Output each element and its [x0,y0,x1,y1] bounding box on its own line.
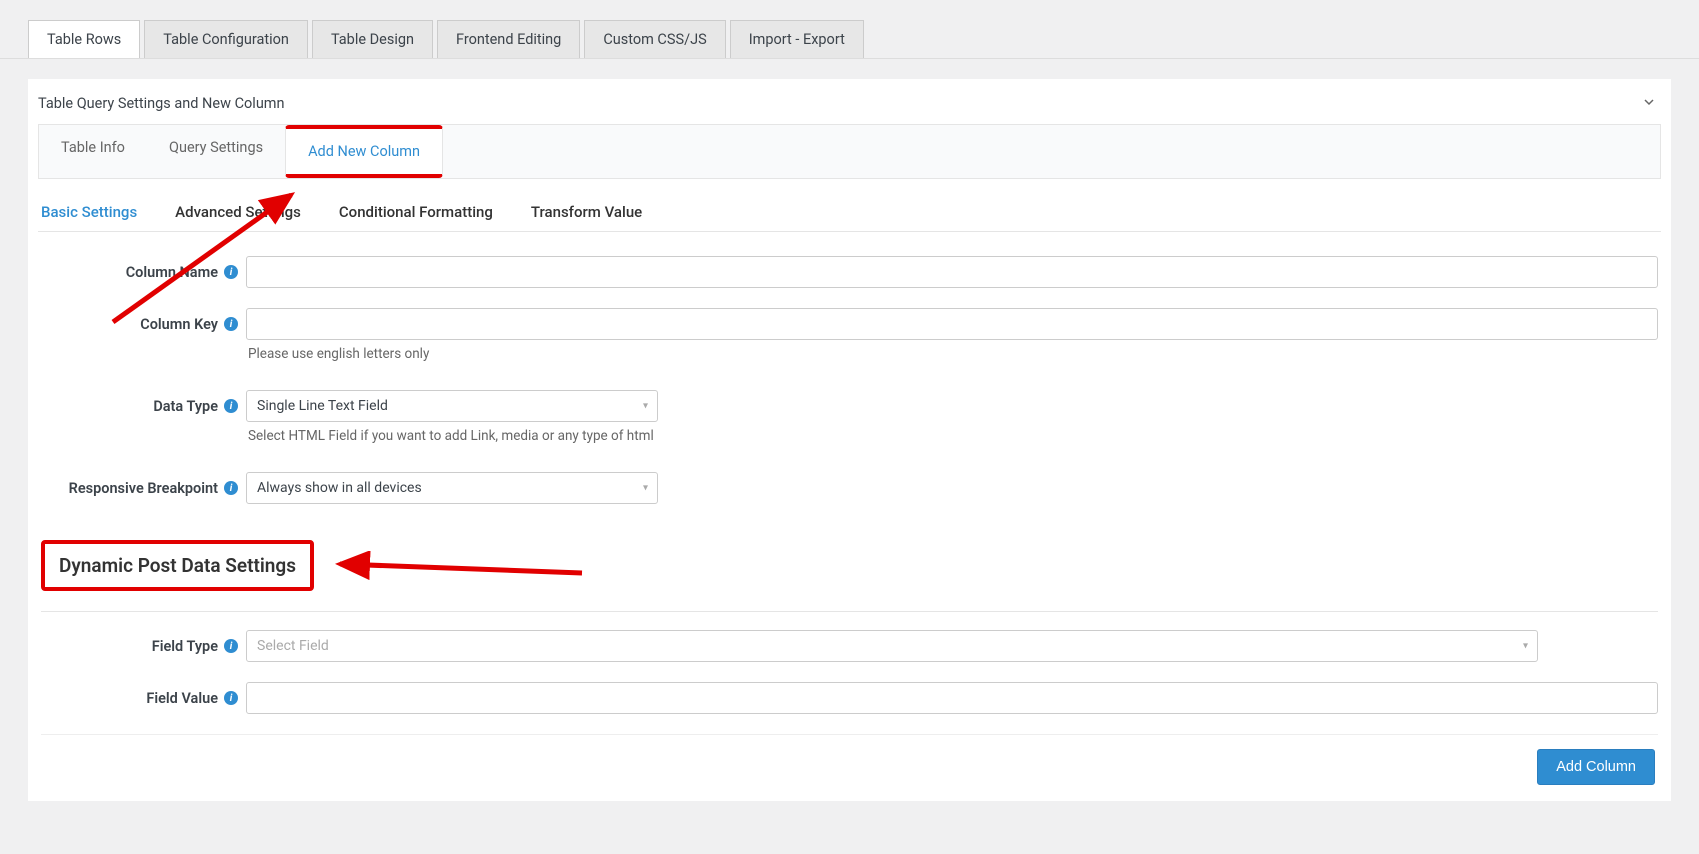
input-column-key[interactable] [246,308,1658,340]
label-text-data-type: Data Type [153,398,218,415]
annotation-arrow-bottom [332,551,592,581]
row-responsive-breakpoint: Responsive Breakpoint i Always show in a… [41,472,1658,504]
sub-tab-basic-settings[interactable]: Basic Settings [41,203,137,221]
settings-panel: Table Query Settings and New Column Tabl… [28,79,1671,801]
info-icon[interactable]: i [224,481,238,495]
select-responsive-breakpoint[interactable]: Always show in all devices [246,472,658,504]
sub-tabs: Basic Settings Advanced Settings Conditi… [38,179,1661,232]
info-icon[interactable]: i [224,399,238,413]
label-column-name: Column Name i [41,264,246,281]
panel-header: Table Query Settings and New Column [38,95,1661,118]
sub-tab-transform-value[interactable]: Transform Value [531,203,642,221]
row-column-name: Column Name i [41,256,1658,288]
tab-table-design[interactable]: Table Design [312,20,433,58]
row-data-type: Data Type i Single Line Text Field ▾ [41,390,1658,422]
footer-bar: Add Column [41,734,1658,785]
chevron-down-icon [1643,96,1655,108]
tab-frontend-editing[interactable]: Frontend Editing [437,20,580,58]
row-column-key: Column Key i [41,308,1658,340]
inner-tab-add-new-column[interactable]: Add New Column [285,125,443,178]
tab-custom-css-js[interactable]: Custom CSS/JS [584,20,725,58]
label-text-field-value: Field Value [146,690,218,707]
select-field-type[interactable]: Select Field [246,630,1538,662]
label-text-column-key: Column Key [140,316,218,333]
label-text-field-type: Field Type [152,638,218,655]
info-icon[interactable]: i [224,317,238,331]
info-icon[interactable]: i [224,691,238,705]
label-data-type: Data Type i [41,398,246,415]
main-tabs: Table Rows Table Configuration Table Des… [0,0,1699,59]
info-icon[interactable]: i [224,639,238,653]
tab-import-export[interactable]: Import - Export [730,20,864,58]
tab-table-rows[interactable]: Table Rows [28,20,140,58]
inner-tab-query-settings[interactable]: Query Settings [147,125,285,178]
row-field-value: Field Value i [41,682,1658,714]
label-field-type: Field Type i [41,638,246,655]
section-divider [41,611,1658,612]
helper-column-key: Please use english letters only [246,346,1658,362]
form-body: Column Name i Column Key i Please use en… [38,256,1661,785]
sub-tab-conditional-formatting[interactable]: Conditional Formatting [339,203,493,221]
input-column-name[interactable] [246,256,1658,288]
dynamic-section-header: Dynamic Post Data Settings [41,540,1658,591]
panel-title: Table Query Settings and New Column [38,95,285,112]
label-field-value: Field Value i [41,690,246,707]
sub-tab-advanced-settings[interactable]: Advanced Settings [175,203,301,221]
dynamic-title: Dynamic Post Data Settings [59,554,296,577]
inner-tabs: Table Info Query Settings Add New Column [38,124,1661,179]
input-field-value[interactable] [246,682,1658,714]
label-responsive-breakpoint: Responsive Breakpoint i [41,480,246,497]
label-column-key: Column Key i [41,316,246,333]
collapse-toggle[interactable] [1643,96,1661,112]
row-field-type: Field Type i Select Field ▾ [41,630,1658,662]
add-column-button[interactable]: Add Column [1537,749,1655,785]
info-icon[interactable]: i [224,265,238,279]
inner-tab-table-info[interactable]: Table Info [39,125,147,178]
helper-data-type: Select HTML Field if you want to add Lin… [246,428,1658,444]
tab-table-configuration[interactable]: Table Configuration [144,20,308,58]
dynamic-title-highlight: Dynamic Post Data Settings [41,540,314,591]
label-text-column-name: Column Name [126,264,218,281]
select-data-type[interactable]: Single Line Text Field [246,390,658,422]
label-text-responsive-breakpoint: Responsive Breakpoint [69,480,218,497]
